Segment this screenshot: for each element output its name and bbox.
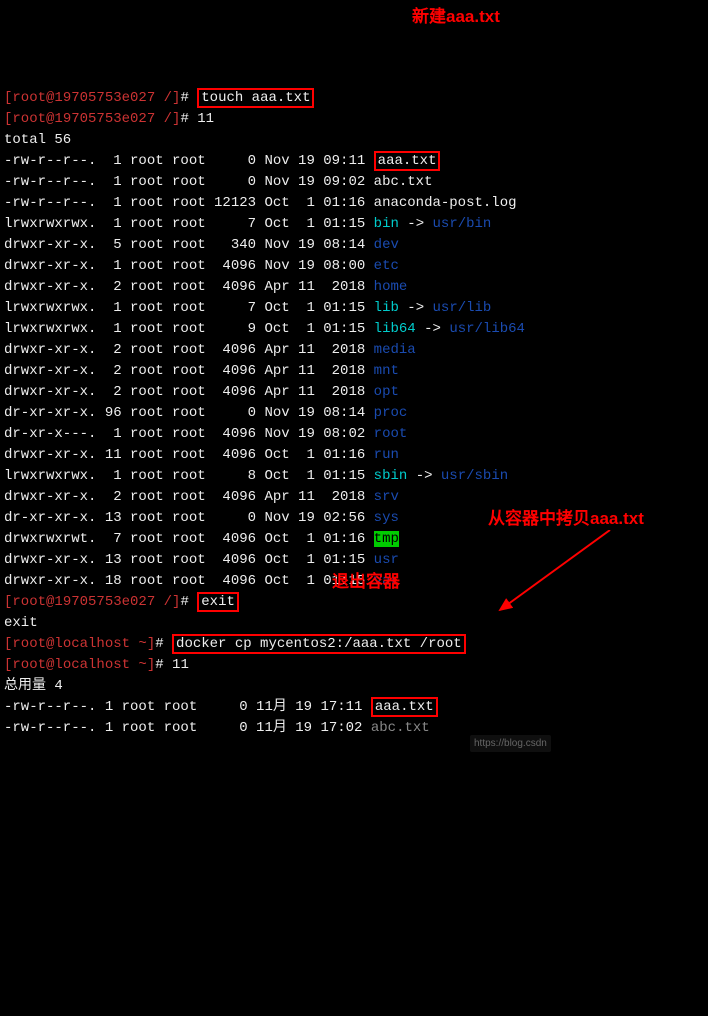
prompt-line: [root@localhost ~]# docker cp mycentos2:… — [4, 634, 704, 655]
ls-row: drwxr-xr-x. 2 root root 4096 Apr 11 2018… — [4, 340, 704, 361]
ls-row: -rw-r--r--. 1 root root 0 Nov 19 09:02 a… — [4, 172, 704, 193]
ls-row: -rw-r--r--. 1 root root 0 11月 19 17:11 a… — [4, 697, 704, 718]
annotation-exit: 退出容器 — [332, 569, 400, 595]
ls-row: dr-xr-x---. 1 root root 4096 Nov 19 08:0… — [4, 424, 704, 445]
ls-row: drwxr-xr-x. 2 root root 4096 Apr 11 2018… — [4, 487, 704, 508]
ls-row: drwxr-xr-x. 13 root root 4096 Oct 1 01:1… — [4, 550, 704, 571]
cmd-exit: exit — [197, 592, 239, 612]
ls-row: drwxr-xr-x. 11 root root 4096 Oct 1 01:1… — [4, 445, 704, 466]
ls-row: lrwxrwxrwx. 1 root root 9 Oct 1 01:15 li… — [4, 319, 704, 340]
ls-row: drwxr-xr-x. 5 root root 340 Nov 19 08:14… — [4, 235, 704, 256]
total2-line: 总用量 4 — [4, 676, 704, 697]
prompt-line: [root@19705753e027 /]# exit — [4, 592, 704, 613]
ls-row: dr-xr-xr-x. 96 root root 0 Nov 19 08:14 … — [4, 403, 704, 424]
prompt-line: [root@19705753e027 /]# 11 — [4, 109, 704, 130]
watermark: https://blog.csdn — [470, 735, 551, 752]
ls-row: drwxr-xr-x. 2 root root 4096 Apr 11 2018… — [4, 277, 704, 298]
file-aaa: aaa.txt — [374, 151, 441, 171]
prompt-line: [root@localhost ~]# 11 — [4, 655, 704, 676]
file-aaa2: aaa.txt — [371, 697, 438, 717]
ls-row: -rw-r--r--. 1 root root 0 11月 19 17:02 a… — [4, 718, 704, 739]
cmd-touch: touch aaa.txt — [197, 88, 314, 108]
total-line: total 56 — [4, 130, 704, 151]
ls-row: lrwxrwxrwx. 1 root root 7 Oct 1 01:15 bi… — [4, 214, 704, 235]
annotation-copy: 从容器中拷贝aaa.txt — [488, 506, 644, 532]
ls-row: drwxrwxrwt. 7 root root 4096 Oct 1 01:16… — [4, 529, 704, 550]
ls-row: drwxr-xr-x. 2 root root 4096 Apr 11 2018… — [4, 361, 704, 382]
ls-row: lrwxrwxrwx. 1 root root 8 Oct 1 01:15 sb… — [4, 466, 704, 487]
ls-row: -rw-r--r--. 1 root root 12123 Oct 1 01:1… — [4, 193, 704, 214]
annotation-create: 新建aaa.txt — [412, 4, 500, 30]
ls-row: drwxr-xr-x. 1 root root 4096 Nov 19 08:0… — [4, 256, 704, 277]
prompt-line: [root@19705753e027 /]# touch aaa.txt — [4, 88, 704, 109]
ls-row: lrwxrwxrwx. 1 root root 7 Oct 1 01:15 li… — [4, 298, 704, 319]
ls-row: -rw-r--r--. 1 root root 0 Nov 19 09:11 a… — [4, 151, 704, 172]
terminal-output[interactable]: [root@19705753e027 /]# touch aaa.txt[roo… — [4, 88, 704, 739]
cmd-docker-cp: docker cp mycentos2:/aaa.txt /root — [172, 634, 466, 654]
exit-output: exit — [4, 613, 704, 634]
ls-row: drwxr-xr-x. 2 root root 4096 Apr 11 2018… — [4, 382, 704, 403]
